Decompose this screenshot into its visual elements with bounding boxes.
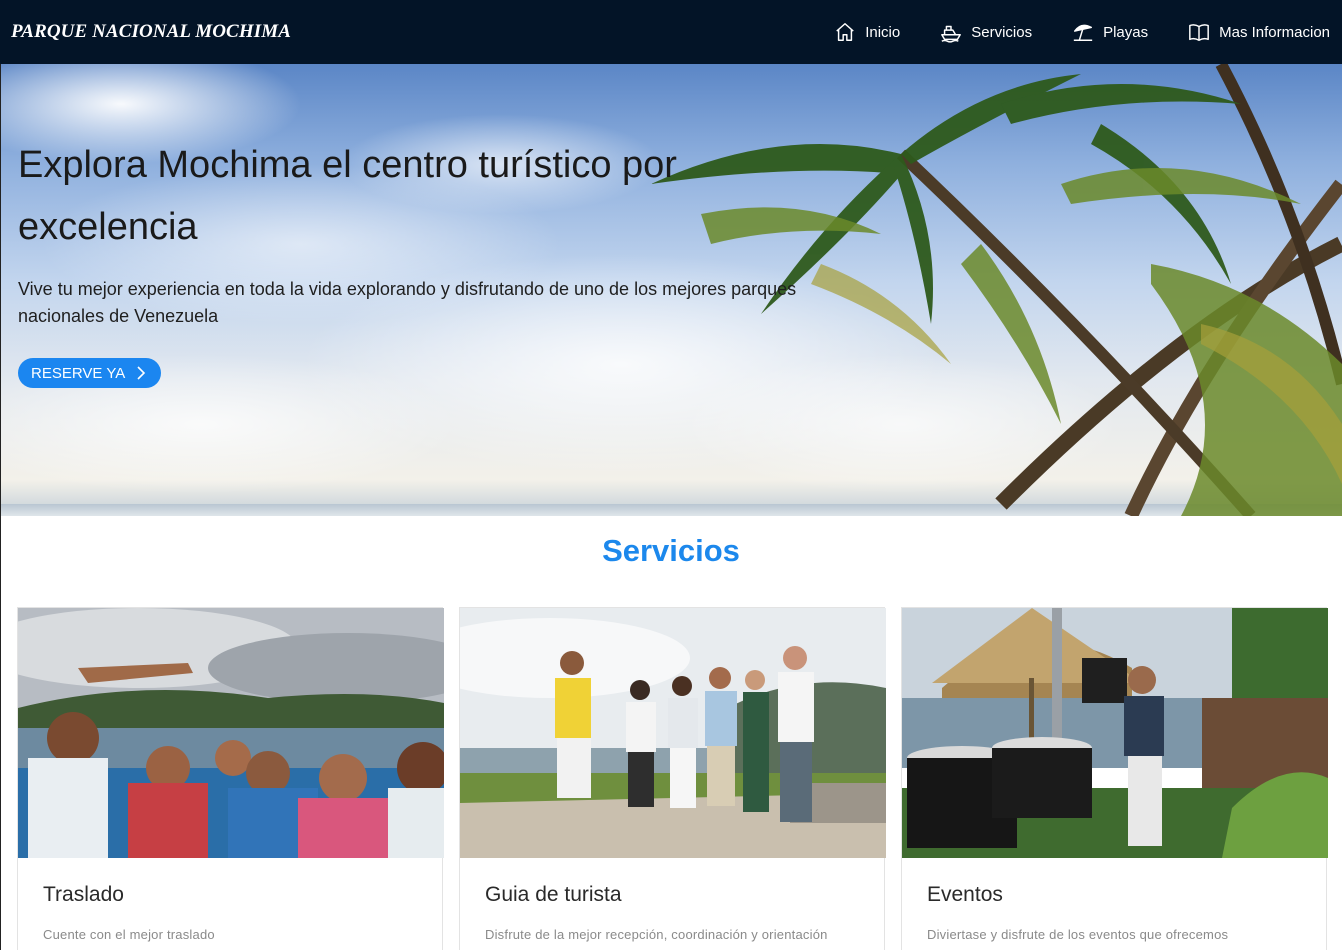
- hero-content: Explora Mochima el centro turístico por …: [18, 134, 818, 388]
- main-nav: Inicio Servicios Playas Mas Informacion: [794, 0, 1330, 64]
- service-card-eventos[interactable]: Eventos Diviertase y disfrute de los eve…: [901, 607, 1328, 950]
- reserve-button[interactable]: RESERVE YA: [18, 358, 162, 388]
- hero-title: Explora Mochima el centro turístico por …: [18, 144, 677, 248]
- page-border: [0, 64, 1, 950]
- hero-subtitle: Vive tu mejor experiencia en toda la vid…: [18, 279, 797, 326]
- service-description: Cuente con el mejor traslado: [43, 927, 215, 942]
- service-image-traslado: [18, 608, 444, 858]
- service-description: Diviertase y disfrute de los eventos que…: [927, 927, 1229, 942]
- service-card-guia[interactable]: Guia de turista Disfrute de la mejor rec…: [459, 607, 886, 950]
- service-image-guia: [460, 608, 886, 858]
- home-icon: [834, 21, 856, 43]
- service-image-eventos: [902, 608, 1328, 858]
- service-title: Traslado: [43, 883, 124, 906]
- reserve-button-label: RESERVE YA: [31, 364, 126, 382]
- chevron-right-icon: [135, 366, 147, 380]
- nav-item-inicio[interactable]: Inicio: [834, 0, 900, 64]
- service-description: Disfrute de la mejor recepción, coordina…: [485, 927, 828, 942]
- navbar: PARQUE NACIONAL MOCHIMA Inicio Servicios…: [0, 0, 1342, 64]
- nav-item-mas-informacion[interactable]: Mas Informacion: [1188, 0, 1330, 64]
- nav-label: Inicio: [865, 23, 901, 41]
- services-cards: Traslado Cuente con el mejor traslado Gu…: [17, 607, 1328, 950]
- brand-logo-text[interactable]: PARQUE NACIONAL MOCHIMA: [11, 21, 291, 43]
- service-card-traslado[interactable]: Traslado Cuente con el mejor traslado: [17, 607, 444, 950]
- services-heading: Servicios: [602, 533, 740, 568]
- nav-item-playas[interactable]: Playas: [1072, 0, 1148, 64]
- service-title: Eventos: [927, 883, 1003, 906]
- service-title: Guia de turista: [485, 883, 622, 906]
- nav-item-servicios[interactable]: Servicios: [940, 0, 1032, 64]
- boat-icon: [940, 21, 962, 43]
- beach-umbrella-icon: [1072, 21, 1094, 43]
- nav-label: Servicios: [971, 23, 1033, 41]
- book-icon: [1188, 21, 1210, 43]
- hero-banner: Explora Mochima el centro turístico por …: [1, 64, 1342, 516]
- nav-label: Playas: [1103, 23, 1149, 41]
- nav-label: Mas Informacion: [1219, 23, 1330, 41]
